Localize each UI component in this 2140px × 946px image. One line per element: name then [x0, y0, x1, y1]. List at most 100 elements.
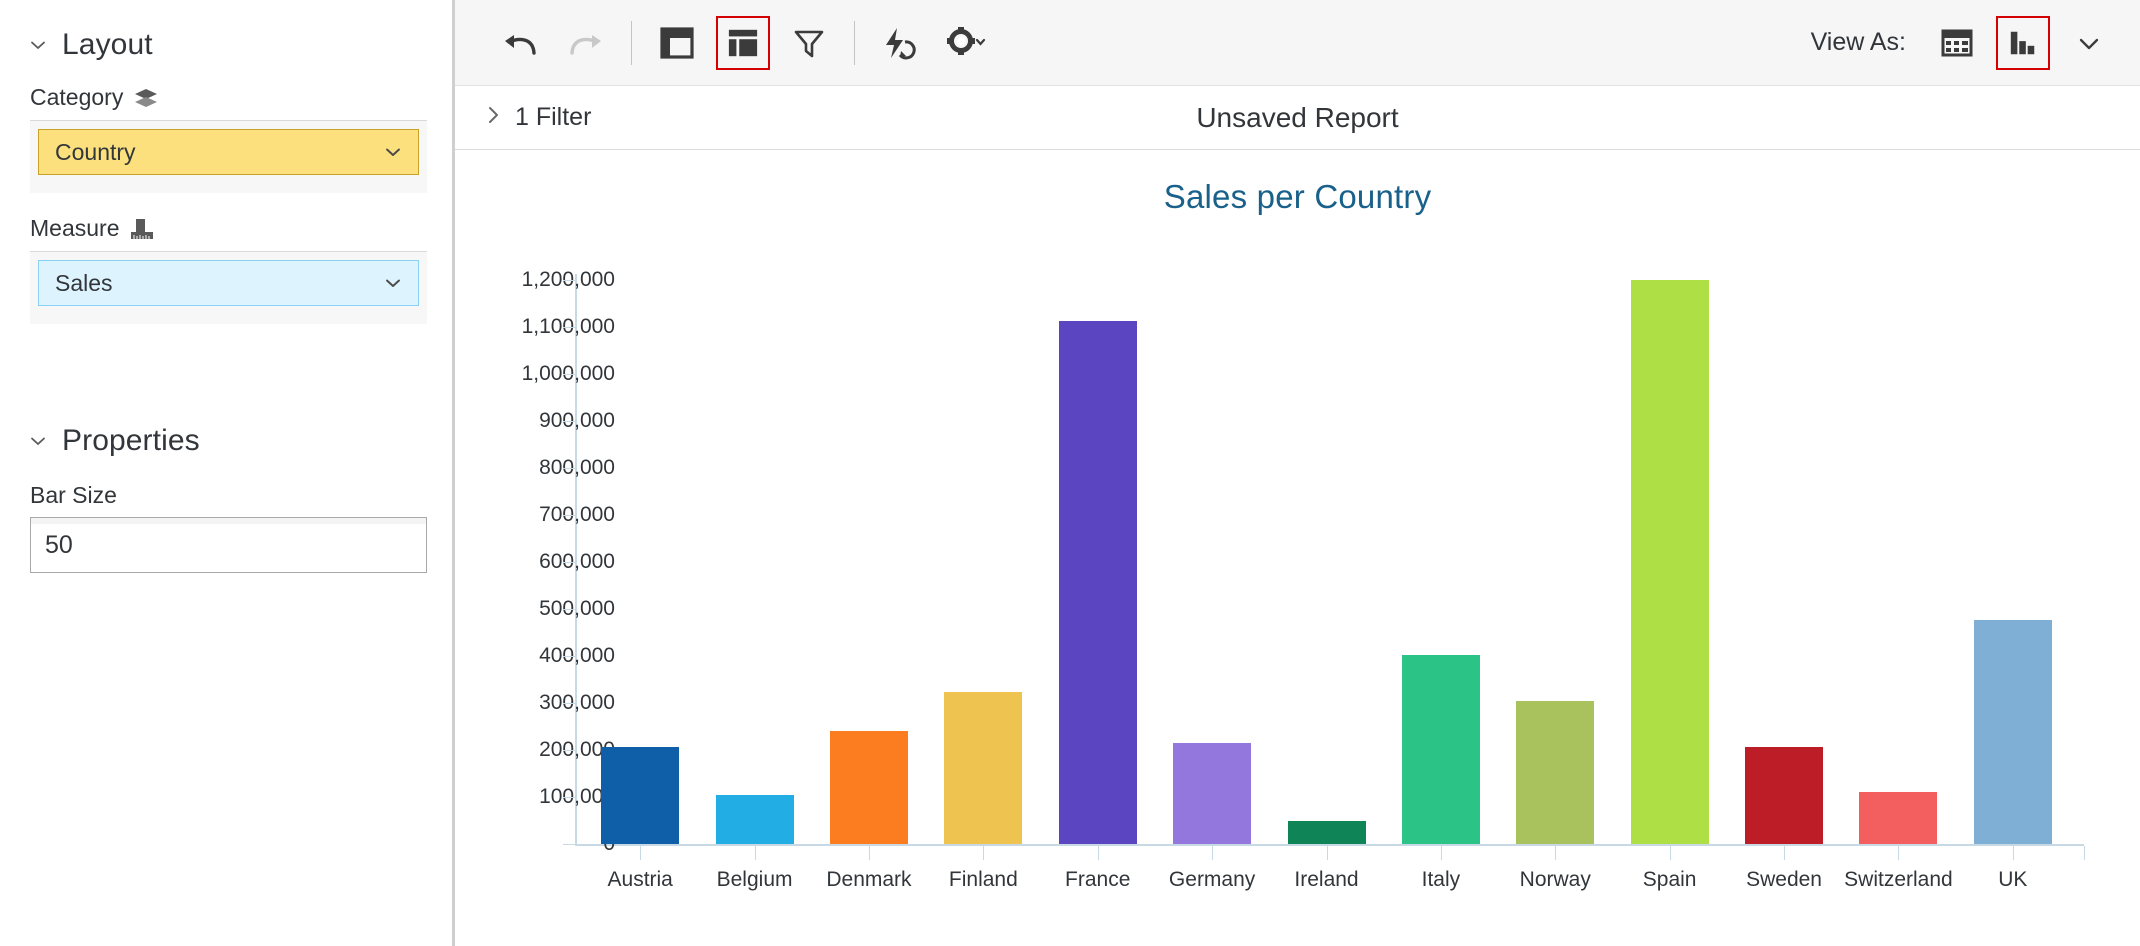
x-axis-tick-mark: [2012, 846, 2014, 860]
x-axis-tick-label: Sweden: [1746, 868, 1822, 891]
chevron-down-icon[interactable]: [382, 141, 404, 163]
layout-section-header[interactable]: Layout: [0, 0, 455, 62]
bar[interactable]: [1287, 820, 1366, 844]
bar[interactable]: [715, 795, 794, 844]
bar[interactable]: [944, 692, 1023, 844]
bar-column[interactable]: [812, 280, 926, 844]
x-axis-tick-mark: [1555, 846, 1557, 860]
category-label-row: Category: [0, 62, 455, 111]
filter-expand-toggle[interactable]: 1 Filter: [485, 103, 591, 132]
y-axis-tick-mark: [563, 468, 577, 469]
y-axis-tick-mark: [563, 656, 577, 657]
y-axis-tick-mark: [563, 327, 577, 328]
split-layout-button[interactable]: [716, 15, 770, 70]
flash-refresh-icon: [886, 27, 916, 59]
bar-column[interactable]: [1041, 280, 1155, 844]
panel-layout-icon: [660, 26, 694, 59]
bar-column[interactable]: [926, 280, 1040, 844]
chart-title: Sales per Country: [1163, 178, 1432, 215]
x-axis-tick-mark: [1326, 846, 1328, 860]
y-axis-tick-mark: [563, 703, 577, 704]
chevron-right-icon[interactable]: [485, 104, 503, 131]
bar[interactable]: [1973, 620, 2052, 844]
x-axis-tick-label: Norway: [1519, 868, 1591, 891]
category-select[interactable]: Country: [38, 129, 419, 175]
x-axis-tick-mark: [1898, 846, 1900, 860]
x-axis-tick-mark: [1097, 846, 1099, 860]
x-axis-tick-label: Germany: [1168, 868, 1256, 891]
x-axis-tick-label: Spain: [1642, 868, 1697, 891]
bar-chart-view-button[interactable]: [1996, 15, 2050, 70]
view-more-button[interactable]: [2062, 16, 2116, 70]
undo-button[interactable]: [493, 16, 547, 70]
measure-label-row: Measure: [0, 193, 455, 242]
x-axis-tick-mark: [1212, 846, 1214, 860]
bar-column[interactable]: [1384, 280, 1498, 844]
bar-column[interactable]: [1498, 280, 1612, 844]
bar[interactable]: [1630, 280, 1709, 844]
ruler-icon: [129, 217, 155, 241]
measure-field-wrap: Sales: [30, 251, 427, 324]
y-axis-tick-mark: [563, 421, 577, 422]
bar-column[interactable]: [1727, 280, 1841, 844]
chart-canvas: Sales per Country 1,200,000 1,100,000 1,00…: [455, 150, 2140, 946]
bar[interactable]: [1745, 747, 1824, 844]
y-axis-tick-mark: [563, 280, 577, 281]
bar[interactable]: [601, 747, 680, 844]
bar[interactable]: [829, 730, 908, 844]
y-axis-tick-mark: [563, 797, 577, 798]
main-content-area: View As: 1 Filter Unsaved Report Sales p…: [455, 0, 2140, 946]
bar-column[interactable]: [1841, 280, 1955, 844]
bar-column[interactable]: [1155, 280, 1269, 844]
x-axis-tick-mark: [754, 846, 756, 860]
split-layout-icon: [728, 29, 758, 56]
layers-icon: [133, 87, 159, 109]
table-view-button[interactable]: [1930, 16, 1984, 70]
x-axis-tick-label: Switzerland: [1844, 868, 1953, 891]
x-axis-tick-mark: [1440, 846, 1442, 860]
filter-count-label: 1 Filter: [515, 103, 592, 131]
x-axis-line: [575, 844, 2084, 846]
bar[interactable]: [1058, 321, 1137, 844]
category-select-value: Country: [55, 138, 136, 165]
bar-series: [583, 280, 2070, 844]
report-toolbar: View As:: [455, 0, 2140, 86]
x-axis-tick-label: Finland: [948, 868, 1018, 891]
bar-column[interactable]: [583, 280, 697, 844]
x-axis-tick-label: Denmark: [826, 868, 912, 891]
y-axis-tick-mark: [563, 515, 577, 516]
bar-size-input[interactable]: 50: [30, 517, 427, 573]
bar-column[interactable]: [1613, 280, 1727, 844]
x-axis-tick-mark: [1669, 846, 1671, 860]
measure-select[interactable]: Sales: [38, 260, 419, 306]
bar[interactable]: [1516, 701, 1595, 844]
panel-layout-button[interactable]: [650, 16, 704, 70]
actions-button-group: [873, 16, 993, 70]
chevron-down-icon: [2079, 38, 2099, 49]
bar-column[interactable]: [1956, 280, 2070, 844]
left-properties-panel: Layout Category Country Measure Sales Pr…: [0, 0, 459, 946]
bar[interactable]: [1401, 655, 1480, 844]
y-axis-tick-mark: [563, 750, 577, 751]
bar-column[interactable]: [697, 280, 811, 844]
y-axis-tick-mark: [563, 562, 577, 563]
redo-button[interactable]: [559, 16, 613, 70]
application-window: Layout Category Country Measure Sales Pr…: [0, 0, 2140, 946]
bar-column[interactable]: [1269, 280, 1383, 844]
category-label: Category: [30, 84, 124, 110]
properties-section-header[interactable]: Properties: [0, 324, 455, 458]
bar[interactable]: [1859, 792, 1938, 844]
chevron-down-icon[interactable]: [382, 272, 404, 294]
flash-refresh-button[interactable]: [873, 16, 927, 70]
settings-button[interactable]: [939, 16, 993, 70]
chevron-down-icon[interactable]: [28, 431, 48, 451]
y-axis-tick-mark: [563, 844, 577, 845]
chevron-down-icon[interactable]: [28, 35, 48, 55]
properties-section-title: Properties: [62, 424, 200, 457]
undo-icon: [505, 34, 536, 55]
x-axis-end-tick: [2084, 846, 2085, 860]
filter-button[interactable]: [782, 16, 836, 70]
gear-dropdown-icon: [947, 26, 986, 55]
view-as-button-group: [1930, 15, 2116, 70]
bar[interactable]: [1173, 743, 1252, 844]
